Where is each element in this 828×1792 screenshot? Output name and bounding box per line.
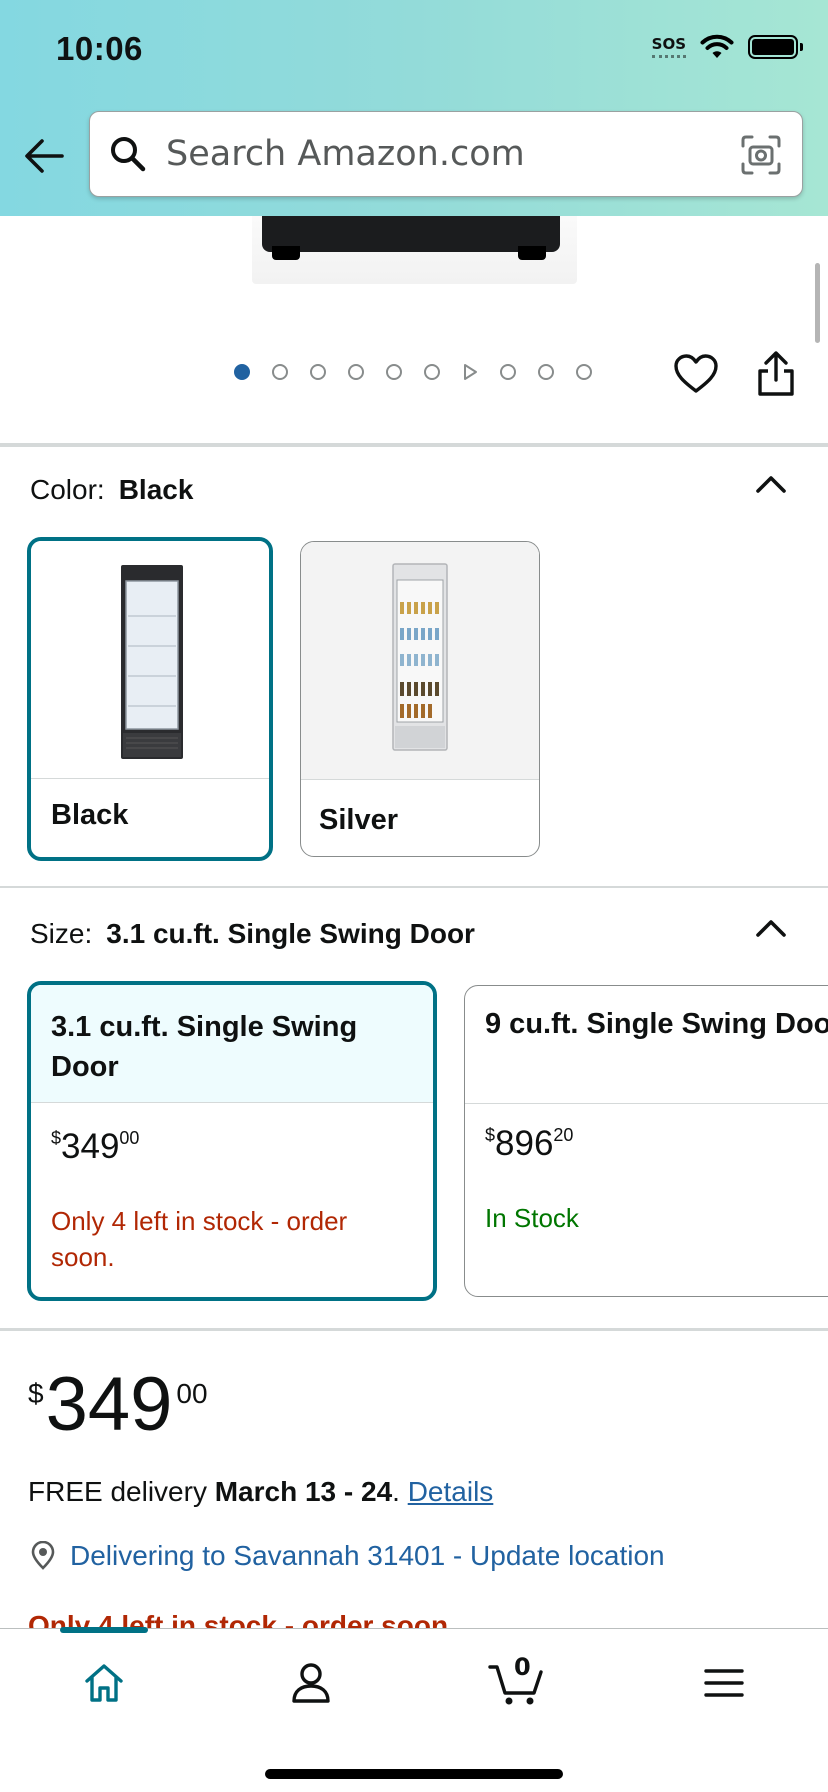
active-tab-indicator bbox=[60, 1627, 148, 1633]
size-option-price: $89620 bbox=[485, 1124, 574, 1163]
carousel-dot[interactable] bbox=[500, 364, 516, 380]
section-divider bbox=[0, 443, 828, 447]
fridge-silver-image bbox=[392, 563, 448, 751]
cart-count: 0 bbox=[514, 1653, 531, 1681]
scrollbar bbox=[815, 263, 820, 343]
size-label: Size: bbox=[30, 918, 93, 949]
wifi-icon bbox=[700, 34, 734, 58]
size-option-title: 9 cu.ft. Single Swing Door bbox=[465, 986, 828, 1104]
product-image-foot bbox=[272, 246, 300, 260]
status-time: 10:06 bbox=[56, 30, 143, 67]
chevron-up-icon[interactable] bbox=[754, 916, 788, 940]
back-arrow-icon[interactable] bbox=[22, 134, 66, 178]
product-price: $ 349 00 bbox=[28, 1362, 208, 1448]
nav-cart[interactable]: 0 bbox=[486, 1653, 546, 1713]
carousel-dot[interactable] bbox=[576, 364, 592, 380]
size-option-3-1-cu-ft[interactable]: 3.1 cu.ft. Single Swing Door $34900 Only… bbox=[27, 981, 437, 1301]
color-option-silver[interactable]: Silver bbox=[300, 541, 540, 857]
size-row-label: Size: 3.1 cu.ft. Single Swing Door bbox=[30, 918, 475, 950]
size-option-stock: In Stock bbox=[485, 1203, 579, 1233]
carousel-dot[interactable] bbox=[272, 364, 288, 380]
delivery-separator: . bbox=[392, 1476, 400, 1507]
delivery-prefix: FREE delivery bbox=[28, 1476, 207, 1507]
size-option-price: $34900 bbox=[51, 1127, 140, 1166]
location-pin-icon bbox=[31, 1541, 55, 1570]
color-option-image bbox=[31, 541, 269, 779]
size-selected-value: 3.1 cu.ft. Single Swing Door bbox=[106, 918, 475, 949]
share-icon[interactable] bbox=[754, 350, 798, 398]
carousel-video-indicator-icon[interactable] bbox=[462, 363, 478, 381]
bottom-nav-bar: 0 bbox=[0, 1627, 828, 1792]
header-bar: 10:06 SOS bbox=[0, 0, 828, 216]
size-option-stock: Only 4 left in stock - order soon. bbox=[51, 1206, 348, 1272]
heart-icon[interactable] bbox=[672, 350, 720, 398]
delivery-location-link[interactable]: Delivering to Savannah 31401 - Update lo… bbox=[28, 1540, 665, 1572]
delivery-details-link[interactable]: Details bbox=[408, 1476, 494, 1507]
price-currency: $ bbox=[28, 1378, 44, 1409]
color-option-label: Black bbox=[51, 799, 129, 831]
delivery-location-text: Delivering to Savannah 31401 - Update lo… bbox=[70, 1540, 665, 1571]
account-icon bbox=[292, 1663, 330, 1703]
color-option-image bbox=[301, 542, 539, 780]
home-indicator-bar bbox=[265, 1769, 563, 1779]
delivery-dates: March 13 - 24 bbox=[214, 1476, 393, 1507]
color-option-black[interactable]: Black bbox=[27, 537, 273, 861]
section-divider bbox=[0, 886, 828, 888]
size-option-9-cu-ft[interactable]: 9 cu.ft. Single Swing Door $89620 In Sto… bbox=[464, 985, 828, 1297]
color-row-label: Color: Black bbox=[30, 474, 193, 506]
color-label: Color: bbox=[30, 474, 105, 505]
delivery-info: FREE delivery March 13 - 24. Details bbox=[28, 1476, 493, 1508]
chevron-up-icon[interactable] bbox=[754, 472, 788, 496]
nav-menu[interactable] bbox=[694, 1653, 754, 1713]
search-icon bbox=[111, 137, 146, 172]
carousel-dot[interactable] bbox=[234, 364, 250, 380]
fridge-black-image bbox=[121, 565, 183, 759]
battery-icon bbox=[748, 35, 803, 59]
size-option-title: 3.1 cu.ft. Single Swing Door bbox=[31, 985, 433, 1103]
hamburger-menu-icon bbox=[704, 1669, 744, 1697]
price-whole: 349 bbox=[45, 1362, 173, 1447]
product-image-fridge-base bbox=[262, 216, 560, 252]
nav-home[interactable] bbox=[74, 1653, 134, 1713]
search-input[interactable] bbox=[166, 134, 726, 174]
color-selected-value: Black bbox=[118, 474, 194, 505]
carousel-dot[interactable] bbox=[386, 364, 402, 380]
camera-search-icon[interactable] bbox=[740, 134, 782, 176]
product-image-foot bbox=[518, 246, 546, 260]
nav-account[interactable] bbox=[281, 1653, 341, 1713]
color-option-label: Silver bbox=[319, 804, 398, 836]
price-fraction: 00 bbox=[176, 1378, 208, 1409]
carousel-dot[interactable] bbox=[538, 364, 554, 380]
search-bar[interactable] bbox=[89, 111, 803, 197]
home-icon bbox=[85, 1664, 123, 1702]
section-divider bbox=[0, 1328, 828, 1331]
carousel-dot[interactable] bbox=[348, 364, 364, 380]
carousel-dot[interactable] bbox=[310, 364, 326, 380]
sos-indicator: SOS bbox=[651, 36, 687, 58]
status-icons: SOS bbox=[651, 34, 803, 60]
image-carousel-dots[interactable] bbox=[234, 363, 592, 381]
carousel-dot[interactable] bbox=[424, 364, 440, 380]
